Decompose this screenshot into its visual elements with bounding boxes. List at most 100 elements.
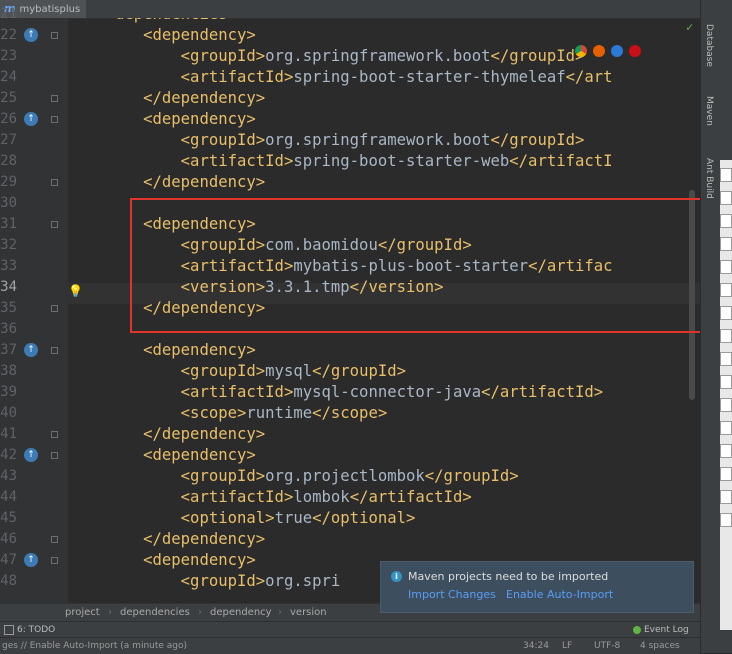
side-tab-maven[interactable]: Maven <box>704 96 714 126</box>
lightbulb-icon[interactable]: 💡 <box>68 285 83 297</box>
code-line[interactable]: <optional>true</optional> <box>68 508 416 529</box>
line-number: 48 <box>0 573 17 589</box>
fold-marker-icon[interactable] <box>51 557 58 564</box>
line-number: 40 <box>0 405 17 421</box>
line-number: 38 <box>0 363 17 379</box>
right-panel-item[interactable] <box>720 490 732 504</box>
right-panel-item[interactable] <box>720 260 732 274</box>
maven-dependency-icon[interactable]: ↑ <box>24 112 38 126</box>
code-line[interactable]: <groupId>mysql</groupId> <box>68 361 406 382</box>
fold-marker-icon[interactable] <box>51 179 58 186</box>
indent-setting[interactable]: 4 spaces <box>640 638 680 654</box>
code-line[interactable]: </dependency> <box>68 529 265 550</box>
code-line[interactable]: <artifactId>lombok</artifactId> <box>68 487 472 508</box>
code-line[interactable]: <scope>runtime</scope> <box>68 403 388 424</box>
maven-dependency-icon[interactable]: ↑ <box>24 448 38 462</box>
code-line[interactable]: <artifactId>spring-boot-starter-web</art… <box>68 151 613 172</box>
firefox-icon[interactable] <box>593 45 605 57</box>
code-line[interactable]: <groupId>org.spri <box>68 571 341 592</box>
status-message[interactable]: ges // Enable Auto-Import (a minute ago) <box>2 638 187 654</box>
line-number: 22 <box>0 27 17 43</box>
import-changes-link[interactable]: Import Changes <box>408 588 496 601</box>
maven-dependency-icon[interactable]: ↑ <box>24 343 38 357</box>
line-number: 46 <box>0 531 17 547</box>
line-number: 33 <box>0 258 17 274</box>
code-line[interactable]: <groupId>org.springframework.boot</group… <box>68 46 585 67</box>
line-number: 31 <box>0 216 17 232</box>
line-number: 26 <box>0 111 17 127</box>
right-panel-item[interactable] <box>720 375 732 389</box>
maven-dependency-icon[interactable]: ↑ <box>24 28 38 42</box>
fold-marker-icon[interactable] <box>51 116 58 123</box>
code-line[interactable]: <dependency> <box>68 445 256 466</box>
code-line[interactable]: <dependency> <box>68 25 256 46</box>
fold-marker-icon[interactable] <box>51 431 58 438</box>
line-number: 45 <box>0 510 17 526</box>
code-line[interactable]: </dependency> <box>68 172 265 193</box>
right-panel-item[interactable] <box>720 214 732 228</box>
code-line[interactable]: <dependency> <box>68 109 256 130</box>
line-number: 37 <box>0 342 17 358</box>
right-panel-list <box>720 160 732 630</box>
right-panel-item[interactable] <box>720 237 732 251</box>
caret-position[interactable]: 34:24 <box>523 638 549 654</box>
opera-icon[interactable] <box>629 45 641 57</box>
line-number: 29 <box>0 174 17 190</box>
right-panel-item[interactable] <box>720 283 732 297</box>
todo-icon <box>4 624 14 635</box>
line-number: 28 <box>0 153 17 169</box>
line-number: 44 <box>0 489 17 505</box>
inspection-ok-icon[interactable]: ✓ <box>686 20 693 34</box>
side-tab-ant-build[interactable]: Ant Build <box>704 158 714 199</box>
fold-marker-icon[interactable] <box>51 452 58 459</box>
code-line[interactable]: <groupId>org.projectlombok</groupId> <box>68 466 519 487</box>
chrome-icon[interactable] <box>575 45 587 57</box>
event-log-button[interactable]: Event Log <box>633 622 689 638</box>
code-line[interactable]: <dependencies> <box>68 18 237 25</box>
breadcrumb-item[interactable]: dependency <box>210 604 272 622</box>
file-encoding[interactable]: UTF-8 <box>594 638 620 654</box>
fold-marker-icon[interactable] <box>51 347 58 354</box>
breadcrumb-item[interactable]: version <box>290 604 327 622</box>
side-tab-database[interactable]: Database <box>704 24 714 67</box>
right-panel-item[interactable] <box>720 444 732 458</box>
right-panel-item[interactable] <box>720 467 732 481</box>
breadcrumb-separator: › <box>278 607 282 618</box>
safari-icon[interactable] <box>611 45 623 57</box>
breadcrumb-item[interactable]: dependencies <box>120 604 190 622</box>
breadcrumb-item[interactable]: project <box>65 604 100 622</box>
fold-marker-icon[interactable] <box>51 32 58 39</box>
right-panel-item[interactable] <box>720 191 732 205</box>
fold-marker-icon[interactable] <box>51 221 58 228</box>
right-panel-item[interactable] <box>720 352 732 366</box>
code-line[interactable]: <groupId>org.springframework.boot</group… <box>68 130 585 151</box>
line-number: 47 <box>0 552 17 568</box>
right-panel-item[interactable] <box>720 306 732 320</box>
line-number: 41 <box>0 426 17 442</box>
line-separator[interactable]: LF <box>562 638 572 654</box>
line-number: 39 <box>0 384 17 400</box>
line-number-gutter[interactable]: 21 22 ↑ 23 24 25 26 ↑ 27 28 29 30 31 32 33 34 35 36 37 ↑ 38 3… <box>0 6 68 603</box>
right-panel-item[interactable] <box>720 513 732 527</box>
fold-marker-icon[interactable] <box>51 305 58 312</box>
notification-title: Maven projects need to be imported <box>408 570 609 583</box>
code-line[interactable]: </dependency> <box>68 424 265 445</box>
tab-label: mybatisplus <box>19 4 81 15</box>
fold-marker-icon[interactable] <box>51 536 58 543</box>
code-line[interactable]: </dependency> <box>68 88 265 109</box>
right-panel-item[interactable] <box>720 168 732 182</box>
code-line[interactable]: <artifactId>spring-boot-starter-thymelea… <box>68 67 613 88</box>
right-panel-item[interactable] <box>720 329 732 343</box>
right-panel-item[interactable] <box>720 398 732 412</box>
maven-dependency-icon[interactable]: ↑ <box>24 553 38 567</box>
line-number: 35 <box>0 300 17 316</box>
enable-auto-import-link[interactable]: Enable Auto-Import <box>506 588 613 601</box>
breadcrumb-separator: › <box>108 607 112 618</box>
code-line[interactable]: <artifactId>mysql-connector-java</artifa… <box>68 382 604 403</box>
code-line[interactable]: <dependency> <box>68 550 256 571</box>
fold-marker-icon[interactable] <box>51 95 58 102</box>
code-line[interactable]: <dependency> <box>68 340 256 361</box>
todo-tool-button[interactable]: 6: TODO <box>4 622 55 638</box>
right-panel-item[interactable] <box>720 421 732 435</box>
line-number: 34 <box>0 279 17 295</box>
